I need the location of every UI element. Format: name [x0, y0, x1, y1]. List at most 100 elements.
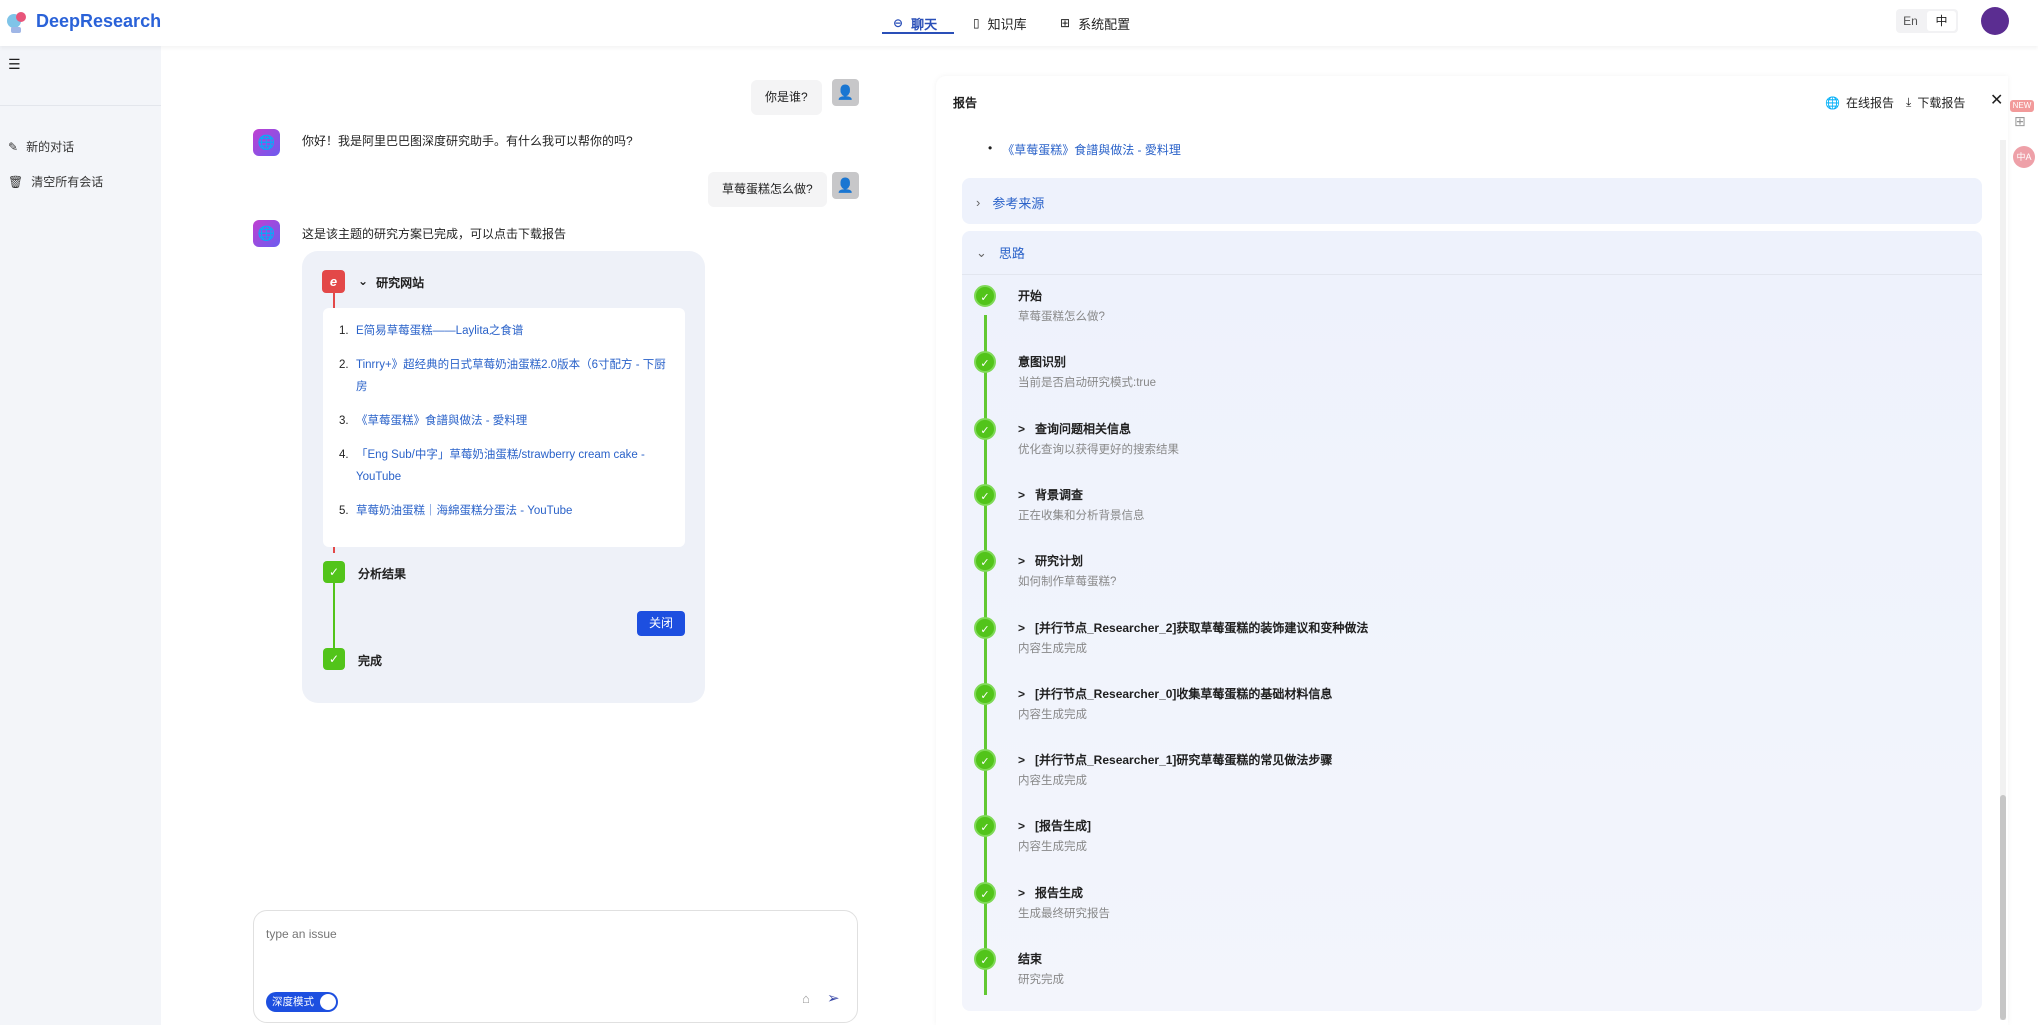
timeline-step: ✓ 意图识别当前是否启动研究模式:true — [962, 351, 1862, 411]
chevron-right-icon: > — [1018, 885, 1026, 900]
site-link[interactable]: 「Eng Sub/中字」草莓奶油蛋糕/strawberry cream cake… — [356, 444, 671, 488]
chevron-down-icon: ⌄ — [976, 244, 987, 260]
lang-en[interactable]: En — [1896, 11, 1925, 31]
chevron-right-icon: > — [1018, 554, 1026, 569]
site-link[interactable]: Tinrry+》超经典的日式草莓奶油蛋糕2.0版本（6寸配方 - 下厨房 — [356, 354, 671, 398]
step-title: 意图识别 — [1018, 353, 1066, 370]
chat-input[interactable] — [266, 927, 846, 967]
report-link[interactable]: 《草莓蛋糕》食譜與做法 - 愛料理 — [1002, 141, 1181, 158]
download-report-label: 下载报告 — [1917, 96, 1966, 110]
download-report-button[interactable]: ⤓ 下载报告 — [1906, 94, 1965, 111]
timeline-step: ✓ 结束 研究完成 — [962, 948, 1862, 1008]
item-number: 4. — [339, 449, 349, 461]
sidebar-item-label: 新的对话 — [26, 140, 75, 154]
site-link[interactable]: E简易草莓蛋糕——Laylita之食谱 — [356, 320, 523, 342]
step-subtitle: 研究完成 — [1018, 974, 1064, 986]
close-icon[interactable]: ✕ — [1990, 90, 2003, 110]
step-title: 结束 — [1018, 950, 1042, 967]
site-link[interactable]: 《草莓蛋糕》食譜與做法 - 愛料理 — [356, 410, 527, 432]
timeline-step[interactable]: ✓ > 查询问题相关信息 优化查询以获得更好的搜索结果 — [962, 417, 1862, 478]
list-item: 1. E简易草莓蛋糕——Laylita之食谱 — [339, 320, 671, 342]
menu-icon[interactable]: ☰ — [8, 56, 21, 73]
step-title: > [并行节点_Researcher_2]获取草莓蛋糕的装饰建议和变种做法 — [1018, 619, 1368, 636]
user-avatar[interactable] — [1981, 7, 2009, 35]
check-circle-icon: ✓ — [974, 815, 996, 838]
chat-icon: ⊖ — [893, 16, 904, 30]
brand-name[interactable]: DeepResearch — [36, 11, 161, 32]
check-icon: ✓ — [323, 648, 345, 670]
step-title-text: 报告生成 — [1035, 885, 1084, 900]
chevron-right-icon: > — [1018, 620, 1026, 635]
apps-icon[interactable]: ⊞ — [2014, 113, 2026, 130]
sidebar-item-new-chat[interactable]: ✎ 新的对话 — [8, 138, 74, 155]
timeline-step[interactable]: ✓ > [并行节点_Researcher_0]收集草莓蛋糕的基础材料信息 内容生成完成 — [962, 682, 1862, 743]
report-panel: 报告 🌐 在线报告 ⤓ 下载报告 ✕ • 《草莓蛋糕》食譜與做法 - 愛料理 › 参考来… — [936, 76, 2008, 1025]
step-subtitle: 内容生成完成 — [1018, 708, 1087, 721]
step-title-text: [报告生成] — [1035, 819, 1092, 834]
site-link[interactable]: 草莓奶油蛋糕｜海綿蛋糕分蛋法 - YouTube — [356, 500, 572, 522]
timeline-step: ✓ 开始 草莓蛋糕怎么做? — [962, 285, 1862, 345]
bot-message: 你好！我是阿里巴巴图深度研究助手。有什么我可以帮你的吗? — [302, 134, 633, 148]
sidebar-item-clear-all[interactable]: 🗑 清空所有会话 — [8, 173, 103, 190]
step-title-text: 开始 — [1018, 289, 1043, 303]
report-bullet: • 《草莓蛋糕》食譜與做法 - 愛料理 — [988, 141, 1181, 158]
bot-avatar-icon: 🌐 — [253, 220, 280, 247]
toggle-knob — [320, 994, 336, 1010]
scrollbar-thumb[interactable] — [2000, 795, 2006, 1020]
step-title: > 查询问题相关信息 — [1018, 420, 1131, 437]
language-switch[interactable]: En 中 — [1896, 9, 1958, 33]
references-section[interactable]: › 参考来源 — [962, 178, 1982, 224]
item-number: 3. — [339, 415, 349, 427]
step-title-text: 查询问题相关信息 — [1035, 421, 1132, 436]
timeline-step[interactable]: ✓ > 报告生成 生成最终研究报告 — [962, 881, 1862, 942]
thinking-header[interactable]: ⌄ 思路 — [976, 243, 1025, 262]
sites-toggle[interactable]: ⌄ 研究网站 — [358, 274, 424, 291]
timeline-step[interactable]: ✓ > [报告生成] 内容生成完成 — [962, 815, 1862, 875]
list-item: 2. Tinrry+》超经典的日式草莓奶油蛋糕2.0版本（6寸配方 - 下厨房 — [339, 354, 671, 398]
check-circle-icon: ✓ — [974, 351, 996, 374]
step-subtitle: 内容生成完成 — [1018, 841, 1087, 854]
nav-label: 聊天 — [911, 16, 938, 32]
check-circle-icon: ✓ — [974, 682, 996, 705]
chevron-right-icon: > — [1018, 487, 1026, 502]
item-number: 5. — [339, 505, 349, 517]
step-subtitle: 如何制作草莓蛋糕? — [1018, 576, 1117, 589]
translate-icon[interactable]: 中A — [2013, 146, 2035, 168]
sites-title: 研究网站 — [376, 276, 425, 290]
close-button[interactable]: 关闭 — [637, 611, 685, 636]
step-subtitle: 内容生成完成 — [1018, 642, 1087, 655]
step-title-text: [并行节点_Researcher_1]研究草莓蛋糕的常见做法步骤 — [1035, 753, 1333, 768]
timeline-step[interactable]: ✓ > 研究计划 如何制作草莓蛋糕? — [962, 550, 1862, 610]
references-header[interactable]: › 参考来源 — [976, 193, 1044, 212]
timeline-step[interactable]: ✓ > 背景调查 正在收集和分析背景信息 — [962, 483, 1862, 544]
clear-icon[interactable]: ⌂ — [802, 991, 810, 1006]
timeline-step[interactable]: ✓ > [并行节点_Researcher_1]研究草莓蛋糕的常见做法步骤 内容生成完成 — [962, 749, 1862, 809]
item-number: 1. — [339, 325, 349, 337]
thinking-title: 思路 — [998, 246, 1025, 261]
nav-active-indicator — [882, 32, 954, 34]
nav-knowledge[interactable]: ▯ 知识库 — [973, 10, 1027, 36]
step-title-text: 研究计划 — [1035, 554, 1084, 569]
step-title: > 报告生成 — [1018, 884, 1083, 901]
nav-settings[interactable]: ⊞ 系统配置 — [1060, 10, 1130, 36]
online-report-button[interactable]: 🌐 在线报告 — [1825, 94, 1894, 111]
lang-zh[interactable]: 中 — [1927, 11, 1956, 31]
timeline-step[interactable]: ✓ > [并行节点_Researcher_2]获取草莓蛋糕的装饰建议和变种做法 内容生… — [962, 616, 1862, 677]
sites-list: 1. E简易草莓蛋糕——Laylita之食谱 2. Tinrry+》超经典的日式草莓… — [323, 308, 685, 547]
list-item: 5. 草莓奶油蛋糕｜海綿蛋糕分蛋法 - YouTube — [339, 500, 671, 522]
deep-mode-toggle[interactable]: 深度模式 — [266, 992, 338, 1012]
send-icon[interactable]: ➢ — [827, 989, 840, 1007]
nav-label: 系统配置 — [1078, 16, 1131, 32]
top-header: DeepResearch ⊖ 聊天 ▯ 知识库 ⊞ 系统配置 En 中 — [0, 0, 2038, 46]
step-title: > 研究计划 — [1018, 552, 1083, 569]
step-subtitle: 当前是否启动研究模式:true — [1018, 377, 1157, 390]
step-subtitle: 优化查询以获得更好的搜索结果 — [1018, 443, 1179, 456]
step-title-text: 意图识别 — [1018, 355, 1067, 370]
timeline-line — [333, 572, 335, 660]
step-subtitle: 草莓蛋糕怎么做? — [1018, 311, 1105, 323]
report-scrollbar[interactable] — [2000, 140, 2006, 1020]
book-icon: ▯ — [973, 16, 980, 30]
check-icon: ✓ — [323, 561, 345, 583]
step-title: 开始 — [1018, 287, 1042, 304]
step-title: > [报告生成] — [1018, 817, 1091, 834]
